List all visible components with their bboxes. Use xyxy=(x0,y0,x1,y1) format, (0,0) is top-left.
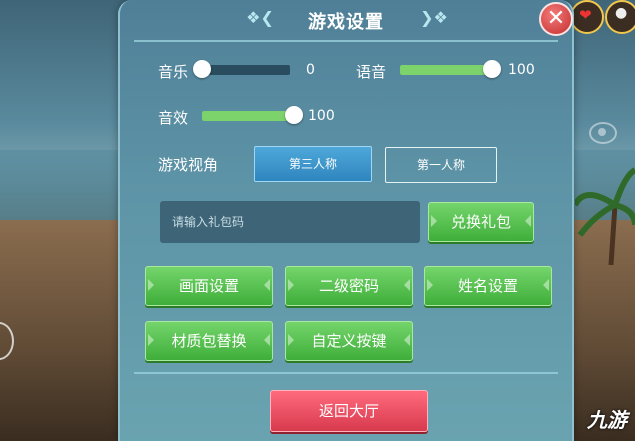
redeem-gift-button[interactable]: 兑换礼包 xyxy=(428,202,534,242)
eye-icon[interactable] xyxy=(589,122,617,144)
music-label: 音乐 xyxy=(158,63,189,81)
sfx-value: 100 xyxy=(308,108,335,124)
camera-label: 游戏视角 xyxy=(158,156,219,174)
panel-title: 游戏设置 xyxy=(308,12,384,33)
bottom-divider xyxy=(134,372,558,374)
palm-tree xyxy=(575,167,635,265)
first-person-button[interactable]: 第一人称 xyxy=(385,147,497,183)
music-value: 0 xyxy=(306,62,315,78)
title-ornament-right-icon: ❯❖ xyxy=(420,8,448,27)
sfx-slider-knob[interactable] xyxy=(285,106,303,124)
third-person-button[interactable]: 第三人称 xyxy=(254,146,372,182)
return-lobby-button[interactable]: 返回大厅 xyxy=(270,390,428,432)
music-slider-knob[interactable] xyxy=(193,60,211,78)
title-divider xyxy=(134,40,558,42)
voice-label: 语音 xyxy=(356,63,387,81)
custom-keys-button[interactable]: 自定义按键 xyxy=(285,321,413,361)
secondary-password-button[interactable]: 二级密码 xyxy=(285,266,413,306)
sfx-label: 音效 xyxy=(158,109,189,127)
close-button[interactable]: ✕ xyxy=(539,2,573,36)
graphics-settings-button[interactable]: 画面设置 xyxy=(145,266,273,306)
watermark-logo: 九游 xyxy=(587,408,627,432)
heart-icon[interactable] xyxy=(570,0,604,34)
character-icon[interactable] xyxy=(605,0,635,34)
settings-panel: ❖❮ 游戏设置 ❯❖ ✕ 音乐 0 语音 100 音效 100 游戏视角 第三人… xyxy=(118,0,574,441)
gift-code-input[interactable]: 请输入礼包码 xyxy=(160,201,420,243)
sfx-slider-fill xyxy=(202,111,294,121)
voice-slider-fill xyxy=(400,65,492,75)
voice-slider[interactable] xyxy=(400,60,501,78)
music-slider[interactable] xyxy=(193,60,290,78)
name-settings-button[interactable]: 姓名设置 xyxy=(424,266,552,306)
voice-slider-knob[interactable] xyxy=(483,60,501,78)
sfx-slider[interactable] xyxy=(202,106,303,124)
texture-pack-button[interactable]: 材质包替换 xyxy=(145,321,273,361)
voice-value: 100 xyxy=(508,62,535,78)
